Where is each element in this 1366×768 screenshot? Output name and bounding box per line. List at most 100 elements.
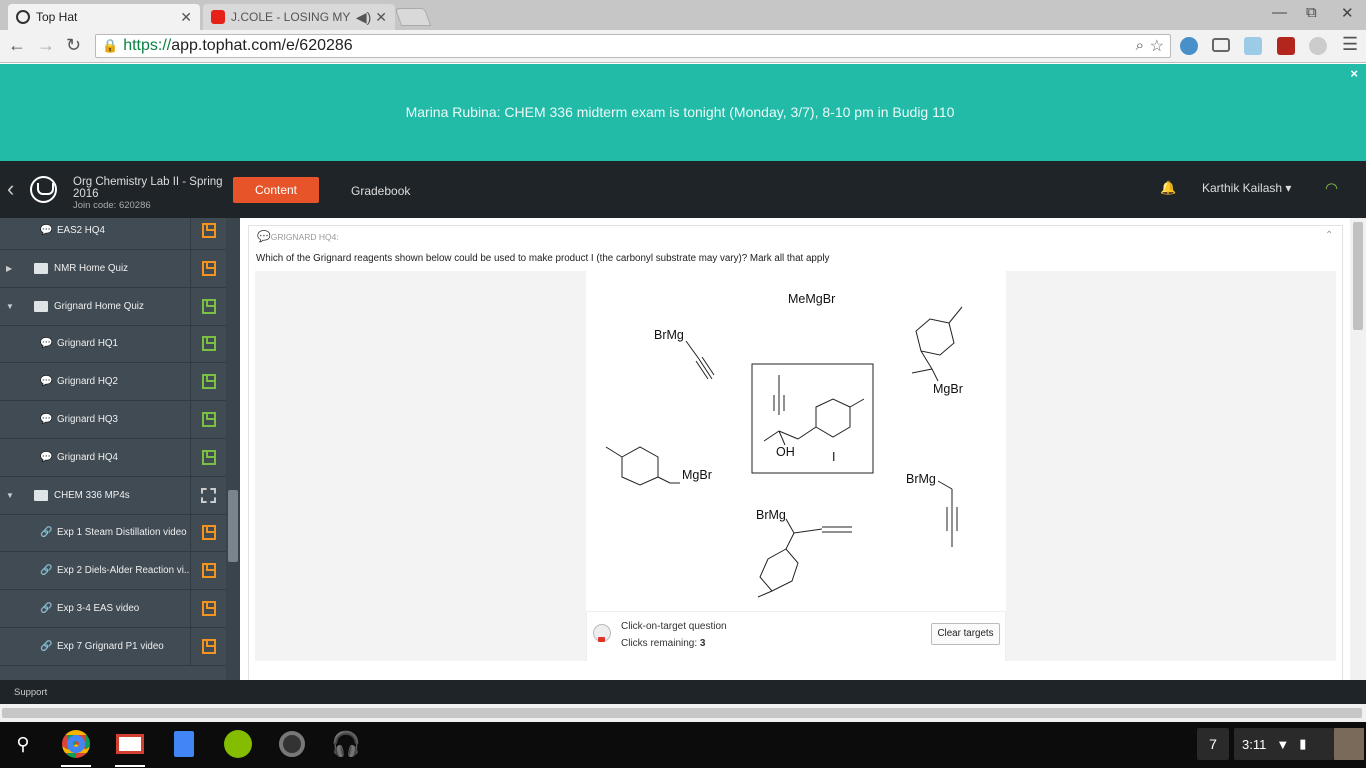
sidebar-item[interactable]: 💬 Grignard HQ3 bbox=[0, 401, 226, 439]
brmg-top-left-label[interactable]: BrMg bbox=[654, 328, 684, 342]
sidebar-item[interactable]: 💬 Grignard HQ2 bbox=[0, 363, 226, 402]
sidebar-scrollbar[interactable] bbox=[226, 218, 240, 680]
item-action-button[interactable] bbox=[190, 218, 226, 249]
menu-icon[interactable]: ☰ bbox=[1342, 34, 1358, 55]
music-icon[interactable]: 🎧 bbox=[329, 727, 363, 761]
horizontal-scroll-thumb[interactable] bbox=[2, 708, 1362, 718]
sidebar-item[interactable]: 🔗 Exp 3-4 EAS video bbox=[0, 590, 226, 628]
sidebar-item[interactable]: 🔗 Exp 7 Grignard P1 video bbox=[0, 627, 226, 666]
wifi-icon: ▼ bbox=[1276, 736, 1290, 752]
chrome-running-indicator bbox=[61, 765, 91, 767]
item-action-button[interactable] bbox=[190, 325, 226, 363]
caret-down-icon[interactable]: ▼ bbox=[6, 491, 14, 500]
sidebar-item-label: Grignard HQ4 bbox=[57, 451, 118, 463]
sidebar-item[interactable]: 🔗 Exp 2 Diels-Alder Reaction vi... bbox=[0, 552, 226, 591]
course-title: Org Chemistry Lab II - Spring 2016 bbox=[73, 176, 223, 200]
back-chevron-icon[interactable]: ‹ bbox=[7, 176, 14, 202]
minimize-icon[interactable]: — bbox=[1272, 4, 1287, 21]
image-extension-icon[interactable] bbox=[1244, 37, 1262, 55]
reload-icon[interactable]: ↻ bbox=[66, 35, 81, 56]
battery-icon: ▮ bbox=[1299, 736, 1307, 751]
sidebar-item[interactable]: ▼ Grignard Home Quiz bbox=[0, 287, 226, 326]
chrome-icon[interactable] bbox=[59, 727, 93, 761]
announcement-text: Marina Rubina: CHEM 336 midterm exam is … bbox=[405, 104, 955, 120]
forward-icon[interactable]: → bbox=[37, 35, 55, 56]
caret-right-icon[interactable]: ▶ bbox=[6, 264, 12, 273]
sidebar-item[interactable]: ▼ CHEM 336 MP4s bbox=[0, 476, 226, 515]
user-menu[interactable]: Karthik Kailash ▾ bbox=[1202, 181, 1291, 195]
tab-youtube[interactable]: J.COLE - LOSING MY B/ ◀) ✕ bbox=[203, 4, 395, 30]
mgbr-right-label[interactable]: MgBr bbox=[933, 382, 963, 396]
main-scroll-thumb[interactable] bbox=[1353, 222, 1363, 330]
new-tab-button[interactable] bbox=[394, 8, 432, 26]
sidebar-item[interactable]: 💬 EAS2 HQ4 bbox=[0, 218, 226, 250]
clear-targets-button[interactable]: Clear targets bbox=[931, 623, 1000, 645]
item-action-button[interactable] bbox=[190, 590, 226, 627]
mgbr-left-label[interactable]: MgBr bbox=[682, 468, 712, 482]
restore-icon[interactable]: ⧉ bbox=[1306, 4, 1317, 21]
lock-icon: 🔒 bbox=[102, 38, 119, 53]
brmg-right-label[interactable]: BrMg bbox=[906, 472, 936, 486]
tab-top-hat[interactable]: Top Hat ✕ bbox=[8, 4, 200, 30]
bell-icon[interactable]: 🔔 bbox=[1160, 180, 1176, 196]
sidebar-item[interactable]: 🔗 Exp 1 Steam Distillation video bbox=[0, 514, 226, 553]
back-icon[interactable]: ← bbox=[8, 35, 26, 56]
caret-down-icon[interactable]: ▼ bbox=[6, 302, 14, 311]
question-bubble-icon: 💬 bbox=[40, 414, 53, 425]
os-shelf bbox=[0, 722, 1366, 768]
content-button[interactable]: Content bbox=[233, 177, 319, 203]
item-action-button[interactable] bbox=[190, 552, 226, 590]
item-action-button[interactable] bbox=[190, 249, 226, 287]
cast-icon[interactable] bbox=[1212, 38, 1230, 52]
notification-count[interactable]: 7 bbox=[1197, 728, 1229, 760]
search-icon[interactable]: ⚲ bbox=[6, 727, 40, 761]
item-action-button[interactable] bbox=[190, 438, 226, 476]
connection-icon: ◠ bbox=[1325, 180, 1339, 197]
clicks-remaining-count: 3 bbox=[699, 638, 706, 649]
sidebar-item[interactable]: 💬 Grignard HQ1 bbox=[0, 325, 226, 364]
bookmark-star-icon[interactable]: ☆ bbox=[1150, 36, 1164, 56]
ublock-icon[interactable] bbox=[1277, 37, 1295, 55]
link-icon: 🔗 bbox=[40, 640, 53, 652]
gmail-icon[interactable] bbox=[113, 727, 147, 761]
join-code: Join code: 620286 bbox=[73, 200, 151, 211]
gradebook-link[interactable]: Gradebook bbox=[351, 184, 410, 198]
user-name: Karthik Kailash bbox=[1202, 181, 1283, 195]
sidebar-item-label: Grignard HQ2 bbox=[57, 376, 118, 388]
address-bar[interactable]: 🔒 https:// app.tophat.com/e/620286 ⌕ ☆ bbox=[95, 34, 1171, 58]
collapse-chevron-icon[interactable]: ⌃ bbox=[1325, 230, 1333, 241]
youtube-favicon-icon bbox=[211, 10, 225, 24]
docs-icon[interactable] bbox=[167, 727, 201, 761]
sidebar-item-label: NMR Home Quiz bbox=[54, 262, 129, 274]
sidebar-item[interactable]: ▶ NMR Home Quiz bbox=[0, 249, 226, 288]
caret-down-icon: ▾ bbox=[1285, 181, 1292, 195]
extension-icon[interactable] bbox=[1309, 37, 1327, 55]
browser-toolbar: ← → ↻ 🔒 https:// app.tophat.com/e/620286… bbox=[0, 30, 1366, 63]
memgbr-label[interactable]: MeMgBr bbox=[788, 292, 835, 306]
support-link[interactable]: Support bbox=[14, 687, 47, 698]
item-action-button[interactable] bbox=[190, 476, 226, 514]
tab-close-icon[interactable]: ✕ bbox=[375, 9, 387, 26]
question-image[interactable]: MeMgBr BrMg MgBr OH I MgBr BrMg BrMg bbox=[586, 271, 1006, 611]
tophat-logo-icon[interactable] bbox=[30, 176, 57, 203]
zoom-icon[interactable]: ⌕ bbox=[1136, 37, 1144, 54]
item-action-button[interactable] bbox=[190, 627, 226, 665]
close-banner-icon[interactable]: × bbox=[1350, 66, 1358, 81]
item-action-button[interactable] bbox=[190, 514, 226, 552]
spotify-icon[interactable] bbox=[221, 727, 255, 761]
sidebar-scroll-thumb[interactable] bbox=[228, 490, 238, 562]
camera-icon[interactable] bbox=[275, 727, 309, 761]
brmg-bottom-label[interactable]: BrMg bbox=[756, 508, 786, 522]
mendeley-extension-icon[interactable] bbox=[1180, 37, 1198, 55]
grignard-structures[interactable]: MeMgBr BrMg MgBr OH I MgBr BrMg BrMg bbox=[586, 271, 1006, 611]
sidebar-item[interactable]: 💬 Grignard HQ4 bbox=[0, 438, 226, 477]
item-action-button[interactable] bbox=[190, 287, 226, 325]
item-action-button[interactable] bbox=[190, 363, 226, 401]
close-window-icon[interactable]: ✕ bbox=[1341, 4, 1354, 22]
avatar[interactable] bbox=[1334, 728, 1364, 760]
sidebar-item-label: Exp 7 Grignard P1 video bbox=[57, 640, 164, 652]
sidebar-item-label: CHEM 336 MP4s bbox=[54, 489, 130, 501]
tab-close-icon[interactable]: ✕ bbox=[180, 9, 192, 26]
status-tray[interactable]: 3:11 ▼ ▮ bbox=[1234, 728, 1334, 760]
item-action-button[interactable] bbox=[190, 401, 226, 438]
